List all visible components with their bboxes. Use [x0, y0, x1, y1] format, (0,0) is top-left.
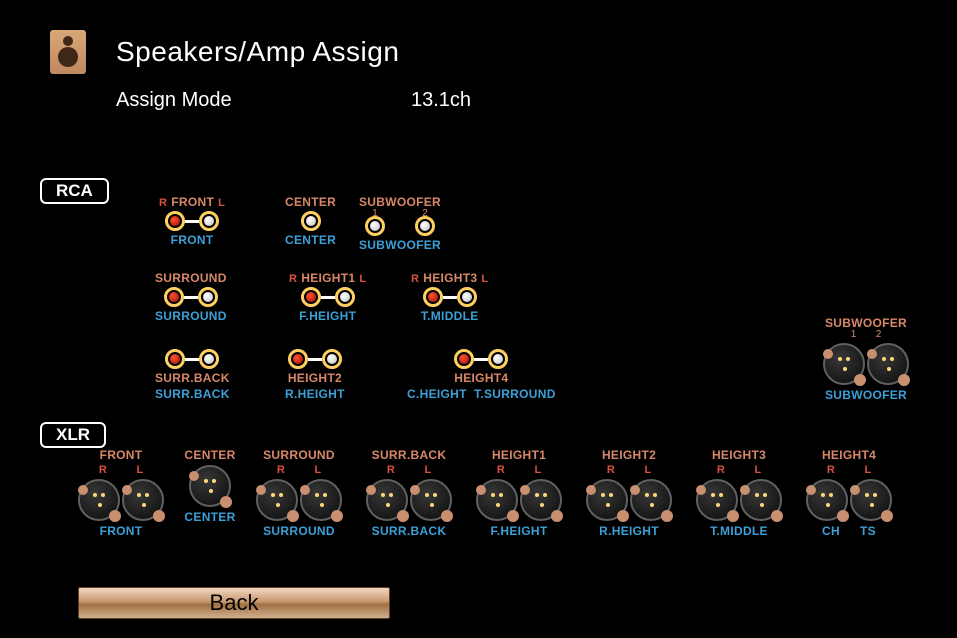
- rca-section-label: RCA: [40, 178, 109, 204]
- page-title: Speakers/Amp Assign: [116, 36, 399, 68]
- xlr-jack: [850, 479, 892, 521]
- rca-jack-white: [365, 216, 385, 236]
- xlr-jack: [696, 479, 738, 521]
- rca-subwoofer: SUBWOOFER 12 SUBWOOFER: [350, 195, 450, 252]
- xlr-jack: [476, 479, 518, 521]
- rca-jack-red: [165, 211, 185, 231]
- xlr-jack: [300, 479, 342, 521]
- rca-surrback: SURR.BACK SURR.BACK: [155, 347, 230, 401]
- rca-height3: RHEIGHT3L T.MIDDLE: [407, 271, 492, 323]
- xlr-jack: [740, 479, 782, 521]
- speaker-icon: [50, 30, 86, 74]
- assign-mode-label: Assign Mode: [116, 89, 411, 112]
- xlr-jack: [520, 479, 562, 521]
- rca-surround: SURROUND SURROUND: [155, 271, 227, 323]
- assign-mode-value: 13.1ch: [411, 89, 471, 112]
- rca-jack-white: [415, 216, 435, 236]
- rca-jack-white: [301, 211, 321, 231]
- rca-height1: RHEIGHT1L F.HEIGHT: [285, 271, 370, 323]
- xlr-group-1: CENTERCENTER: [180, 448, 240, 538]
- rca-jack-white: [199, 211, 219, 231]
- xlr-group-4: HEIGHT1RLF.HEIGHT: [468, 448, 570, 538]
- xlr-jack: [630, 479, 672, 521]
- xlr-jack: [366, 479, 408, 521]
- xlr-jack: [806, 479, 848, 521]
- xlr-group-2: SURROUNDRLSURROUND: [248, 448, 350, 538]
- xlr-section-label: XLR: [40, 422, 106, 448]
- rca-height4: HEIGHT4 C.HEIGHT T.SURROUND: [407, 347, 556, 401]
- header: Speakers/Amp Assign: [0, 0, 957, 74]
- xlr-jack: [410, 479, 452, 521]
- back-button[interactable]: Back: [78, 587, 390, 619]
- xlr-group-3: SURR.BACKRLSURR.BACK: [358, 448, 460, 538]
- xlr-jack: [122, 479, 164, 521]
- xlr-group-6: HEIGHT3RLT.MIDDLE: [688, 448, 790, 538]
- xlr-jack: [78, 479, 120, 521]
- xlr-jack: [867, 343, 909, 385]
- rca-center: CENTER CENTER: [285, 195, 336, 247]
- xlr-group-5: HEIGHT2RLR.HEIGHT: [578, 448, 680, 538]
- xlr-group-0: FRONTRLFRONT: [70, 448, 172, 538]
- rca-front: RFRONTL FRONT: [155, 195, 229, 247]
- xlr-group-7: HEIGHT4RLCHTS: [798, 448, 900, 538]
- xlr-jack: [189, 465, 231, 507]
- xlr-row: FRONTRLFRONTCENTERCENTERSURROUNDRLSURROU…: [70, 448, 900, 538]
- assign-mode-row[interactable]: Assign Mode 13.1ch: [0, 74, 957, 112]
- xlr-jack: [823, 343, 865, 385]
- rca-height2: HEIGHT2 R.HEIGHT: [285, 347, 345, 401]
- xlr-subwoofer-right: SUBWOOFER 12 SUBWOOFER: [823, 316, 909, 402]
- xlr-jack: [256, 479, 298, 521]
- xlr-jack: [586, 479, 628, 521]
